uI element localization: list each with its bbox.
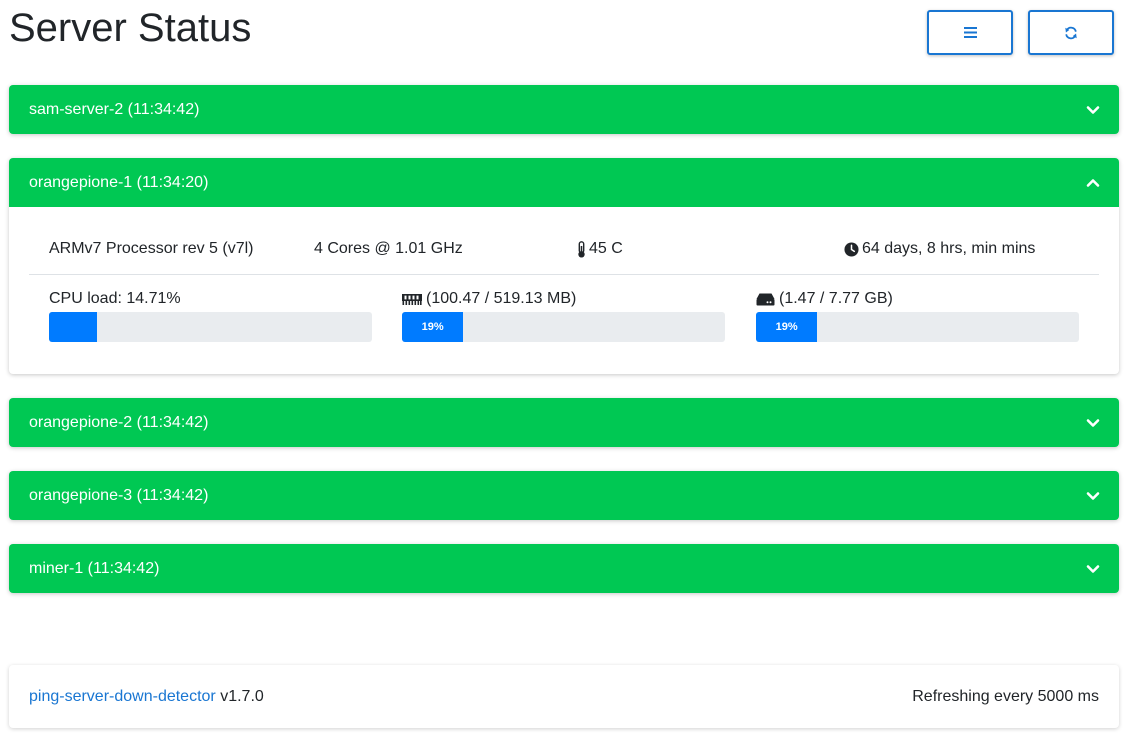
server-status-page: Server Status sam-server-2 (11:34:42) or… (0, 0, 1135, 750)
server-title: orangepione-3 (11:34:42) (29, 486, 209, 504)
server-panel-header[interactable]: orangepione-2 (11:34:42) (9, 398, 1119, 447)
server-title: orangepione-1 (11:34:20) (29, 173, 209, 191)
cpu-progress-fill (49, 312, 97, 342)
disk-label: (1.47 / 7.77 GB) (756, 289, 1079, 309)
server-panel-orangepione-3: orangepione-3 (11:34:42) (9, 471, 1119, 520)
server-panel-header[interactable]: orangepione-1 (11:34:20) (9, 158, 1119, 207)
chevron-down-icon (1086, 105, 1100, 114)
clock-icon (844, 241, 859, 257)
server-title: sam-server-2 (11:34:42) (29, 100, 200, 118)
memory-label: (100.47 / 519.13 MB) (402, 289, 725, 309)
temperature-info: 45 C (577, 240, 623, 258)
disk-progress-fill: 19% (756, 312, 818, 342)
temperature-text: 45 C (589, 240, 623, 257)
memory-icon (402, 293, 422, 305)
server-stats-row: CPU load: 14.71% (100.47 / 519.13 MB) 19… (49, 289, 1079, 349)
header: Server Status (9, 0, 1119, 70)
memory-text: (100.47 / 519.13 MB) (426, 290, 577, 307)
server-title: orangepione-2 (11:34:42) (29, 413, 209, 431)
server-details: ARMv7 Processor rev 5 (v7l) 4 Cores @ 1.… (9, 207, 1119, 374)
disk-progress-bar: 19% (756, 312, 1079, 342)
chevron-down-icon (1086, 564, 1100, 573)
disk-text: (1.47 / 7.77 GB) (779, 290, 893, 307)
cpu-load-label: CPU load: 14.71% (49, 290, 181, 307)
cpu-stat: CPU load: 14.71% (49, 289, 372, 342)
cores-text: 4 Cores @ 1.01 GHz (314, 240, 463, 257)
server-panel-orangepione-1: orangepione-1 (11:34:20) ARMv7 Processor… (9, 158, 1119, 374)
server-info-row: ARMv7 Processor rev 5 (v7l) 4 Cores @ 1.… (29, 207, 1099, 275)
bars-icon (963, 27, 977, 38)
memory-stat: (100.47 / 519.13 MB) 19% (402, 289, 725, 342)
refresh-status: Refreshing every 5000 ms (912, 687, 1099, 705)
server-panel-header[interactable]: orangepione-3 (11:34:42) (9, 471, 1119, 520)
footer: ping-server-down-detector v1.7.0 Refresh… (9, 665, 1119, 728)
processor-info: ARMv7 Processor rev 5 (v7l) (49, 240, 254, 258)
chevron-down-icon (1086, 491, 1100, 500)
disk-stat: (1.47 / 7.77 GB) 19% (756, 289, 1079, 342)
server-panel-orangepione-2: orangepione-2 (11:34:42) (9, 398, 1119, 447)
page-title: Server Status (9, 6, 252, 50)
project-link[interactable]: ping-server-down-detector (29, 688, 216, 705)
footer-project: ping-server-down-detector v1.7.0 (29, 688, 264, 706)
chevron-down-icon (1086, 418, 1100, 427)
cpu-progress-bar (49, 312, 372, 342)
uptime-text: 64 days, 8 hrs, min mins (862, 240, 1036, 257)
uptime-info: 64 days, 8 hrs, min mins (844, 240, 1035, 258)
chevron-up-icon (1086, 178, 1100, 187)
processor-text: ARMv7 Processor rev 5 (v7l) (49, 240, 254, 257)
server-panel-header[interactable]: sam-server-2 (11:34:42) (9, 85, 1119, 134)
memory-progress-fill: 19% (402, 312, 464, 342)
server-panel-miner-1: miner-1 (11:34:42) (9, 544, 1119, 593)
server-panel-sam-server-2: sam-server-2 (11:34:42) (9, 85, 1119, 134)
menu-button[interactable] (927, 10, 1013, 55)
refresh-button[interactable] (1028, 10, 1114, 55)
version-text: v1.7.0 (215, 687, 264, 705)
memory-progress-bar: 19% (402, 312, 725, 342)
sync-icon (1065, 26, 1077, 39)
thermometer-icon (578, 240, 585, 257)
server-panel-header[interactable]: miner-1 (11:34:42) (9, 544, 1119, 593)
hdd-icon (756, 293, 775, 305)
server-title: miner-1 (11:34:42) (29, 559, 160, 577)
cores-info: 4 Cores @ 1.01 GHz (314, 240, 463, 258)
